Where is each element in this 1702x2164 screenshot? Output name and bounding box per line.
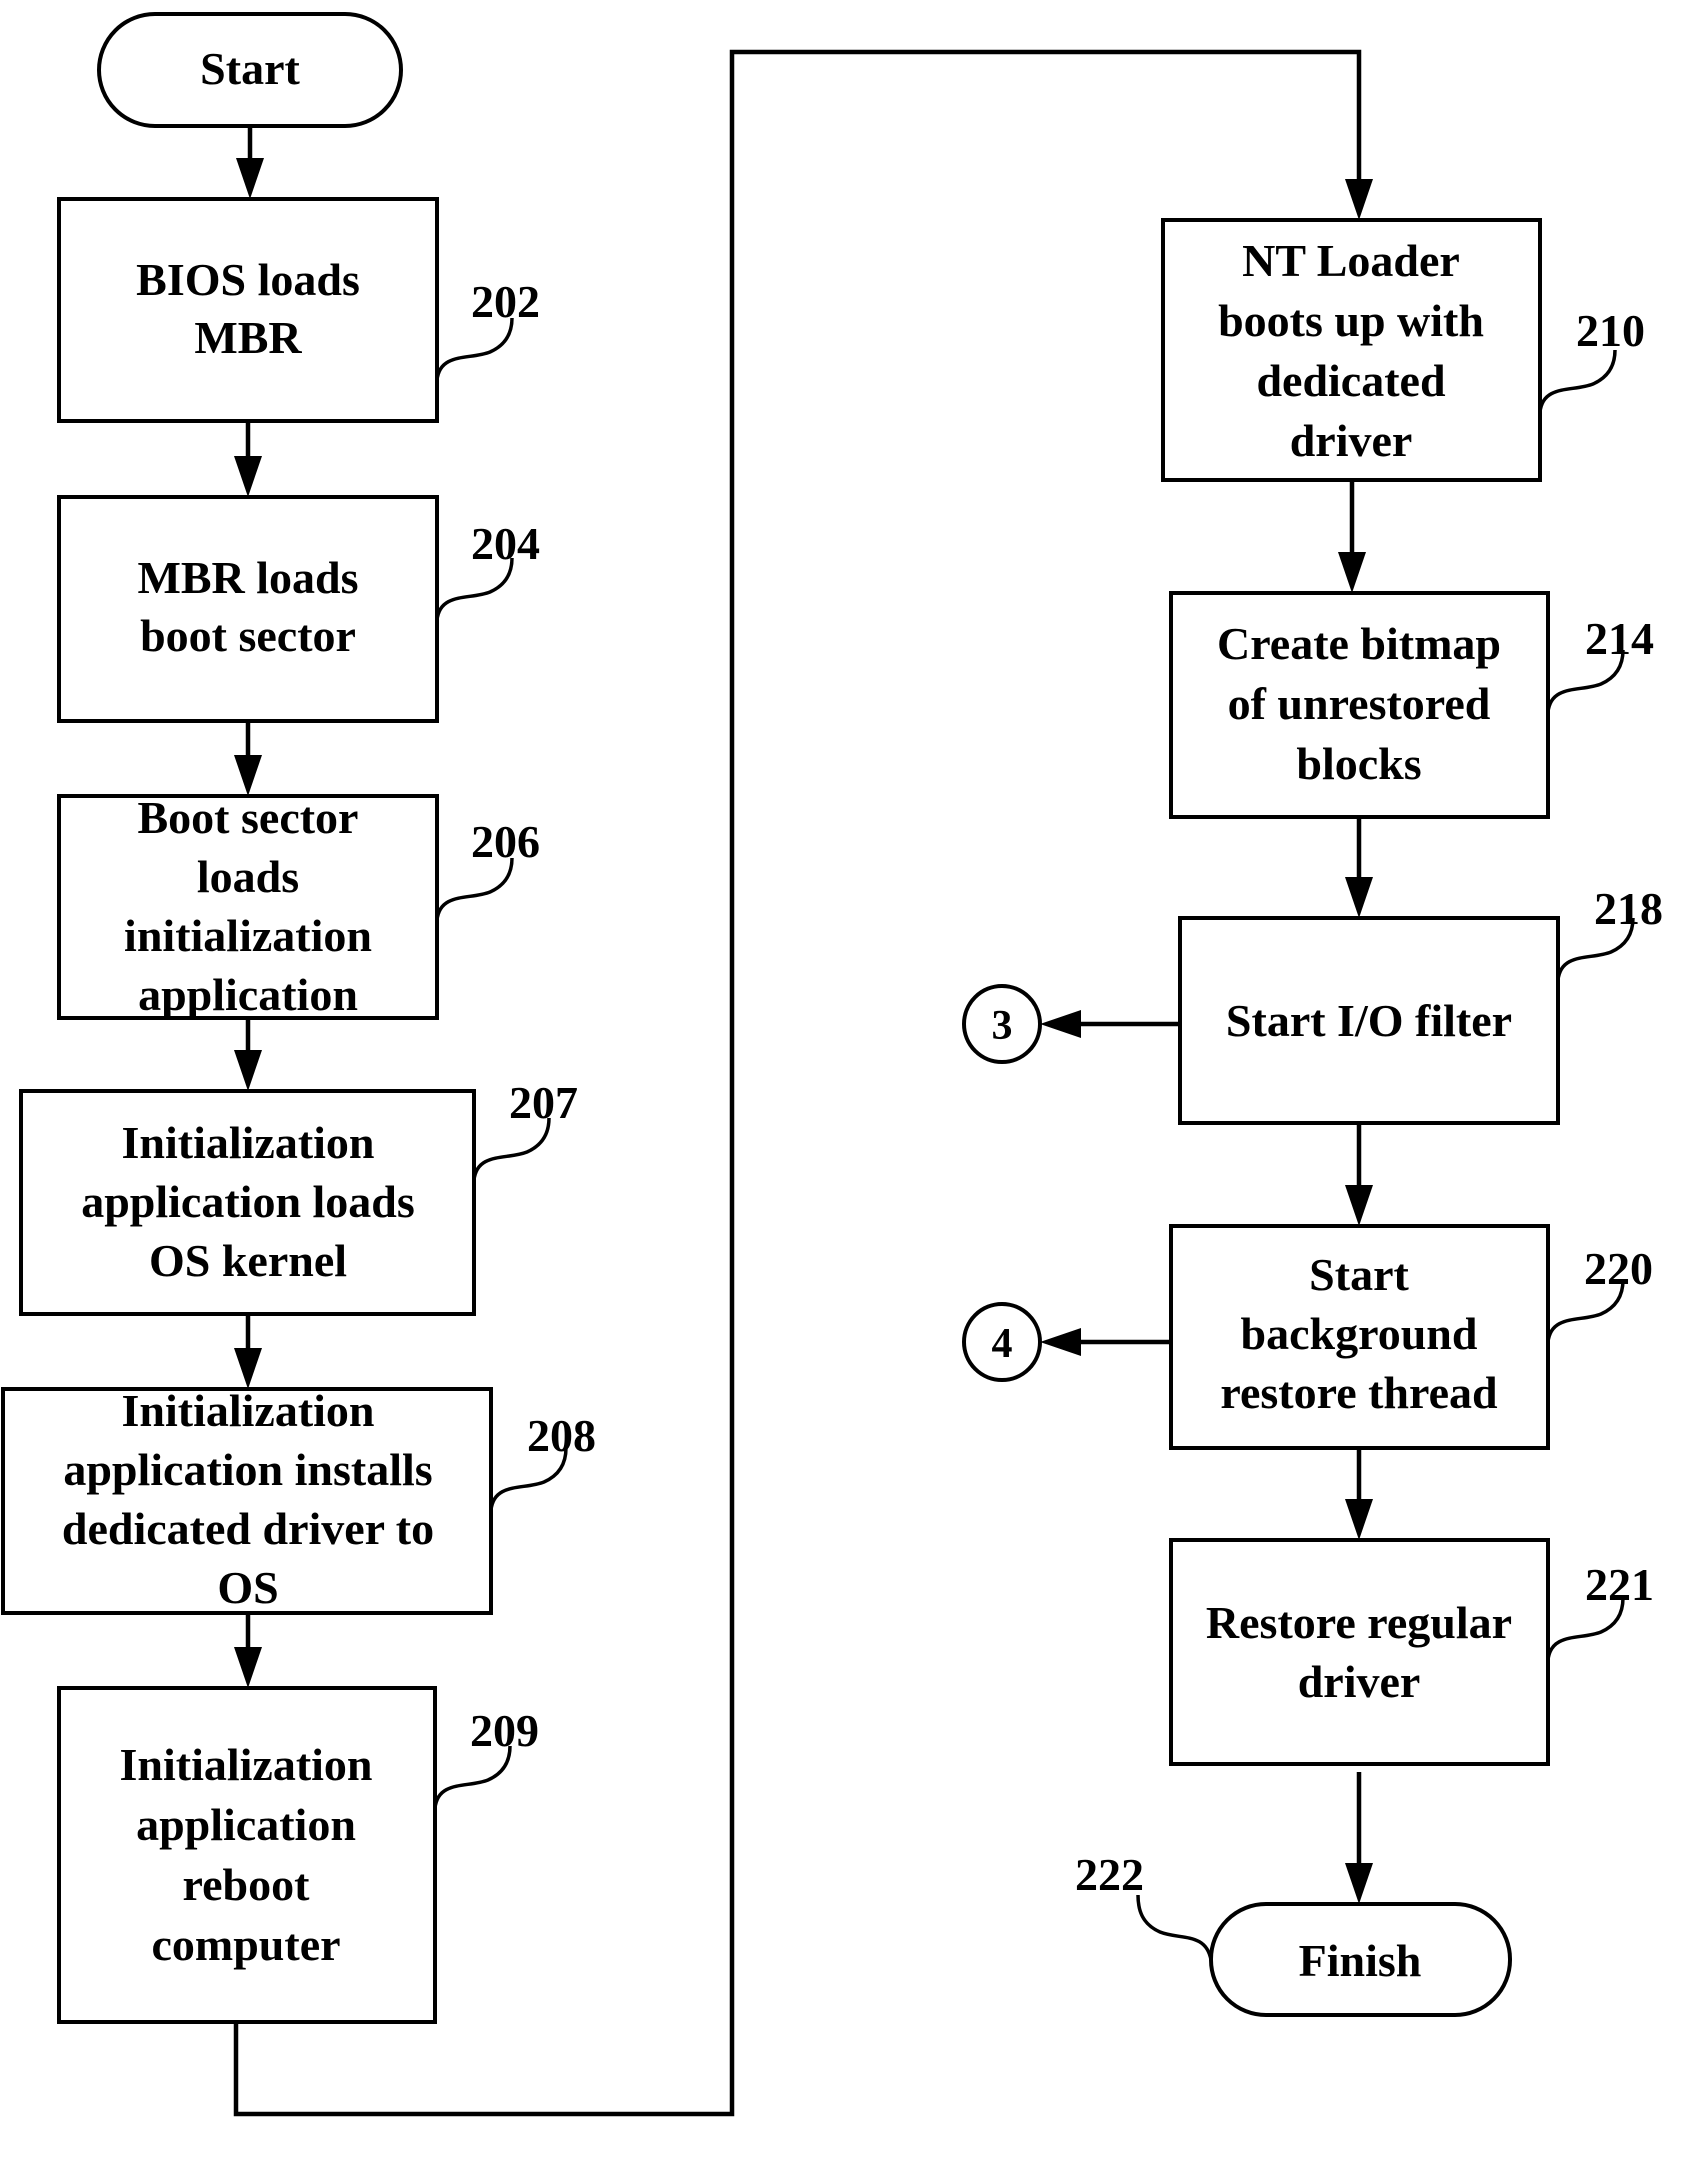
arrowhead — [1338, 552, 1366, 593]
ref-number: 209 — [470, 1705, 539, 1756]
step-text: initialization — [124, 910, 372, 961]
connector-label: 4 — [992, 1321, 1013, 1367]
step-text: application installs — [63, 1444, 432, 1495]
ref-number: 204 — [471, 518, 540, 569]
step-214: Create bitmap of unrestored blocks 214 — [1169, 591, 1654, 819]
arrowhead — [234, 456, 262, 497]
start-label: Start — [200, 43, 300, 94]
ref-number: 220 — [1584, 1243, 1653, 1294]
svg-text:Start I/O filter: Start I/O filter — [1226, 995, 1512, 1046]
connector-4: 4 — [962, 1302, 1042, 1382]
step-text: application — [136, 1799, 356, 1850]
step-text: loads — [197, 851, 299, 902]
arrowhead — [1345, 179, 1373, 220]
step-text: MBR loads — [137, 552, 358, 603]
flowchart-diagram: Start BIOS loads MBR 202 MBR loads boot se… — [1, 12, 1663, 2117]
step-text: Initialization — [121, 1117, 374, 1168]
step-text: of unrestored — [1228, 678, 1491, 729]
ref-number: 202 — [471, 276, 540, 327]
step-218: Start I/O filter 218 — [1178, 883, 1663, 1125]
finish-terminal: Finish 222 — [1075, 1849, 1512, 2017]
arrowhead — [1345, 1863, 1373, 1904]
ref-number: 218 — [1594, 883, 1663, 934]
arrowhead — [234, 1050, 262, 1091]
arrowhead — [236, 158, 264, 199]
step-text: NT Loader — [1242, 235, 1460, 286]
arrowhead — [234, 755, 262, 796]
step-text: OS — [217, 1562, 278, 1613]
finish-label: Finish — [1299, 1935, 1422, 1986]
step-text: driver — [1290, 415, 1413, 466]
step-text: background — [1241, 1308, 1478, 1359]
step-text: Start I/O filter — [1226, 995, 1512, 1046]
step-text: MBR — [194, 312, 302, 363]
ref-number: 221 — [1585, 1559, 1654, 1610]
arrowhead — [234, 1348, 262, 1389]
step-text: reboot — [183, 1859, 311, 1910]
ref-number: 210 — [1576, 305, 1645, 356]
arrowhead — [1040, 1328, 1081, 1356]
step-220: Start background restore thread 220 — [1169, 1224, 1653, 1450]
step-221: Restore regular driver 221 — [1169, 1538, 1654, 1766]
ref-number: 214 — [1585, 613, 1654, 664]
arrowhead — [1345, 1185, 1373, 1226]
connector-label: 3 — [992, 1003, 1013, 1049]
step-text: Restore regular — [1206, 1597, 1512, 1648]
step-208: Initialization application installs dedica… — [1, 1385, 596, 1615]
ref-number: 206 — [471, 816, 540, 867]
ref-number: 208 — [527, 1410, 596, 1461]
arrowhead — [1345, 1499, 1373, 1540]
arrowhead — [1345, 877, 1373, 918]
step-text: Initialization — [119, 1739, 372, 1790]
step-text: BIOS loads — [136, 254, 360, 305]
ref-number: 222 — [1075, 1849, 1144, 1900]
step-text: Start — [1309, 1249, 1409, 1300]
step-210: NT Loader boots up with dedicated driver 21… — [1161, 218, 1645, 482]
connector-3: 3 — [962, 984, 1042, 1064]
step-text: dedicated — [1256, 355, 1446, 406]
step-text: OS kernel — [149, 1235, 347, 1286]
step-text: application — [138, 969, 358, 1020]
step-209: Initialization application reboot computer … — [57, 1686, 539, 2024]
arrowhead — [1040, 1010, 1081, 1038]
step-206: Boot sector loads initialization applicatio… — [57, 792, 540, 1020]
step-text: driver — [1298, 1656, 1421, 1707]
step-text: boots up with — [1218, 295, 1484, 346]
step-text: restore thread — [1220, 1367, 1498, 1418]
ref-number: 207 — [509, 1077, 578, 1128]
step-text: boot sector — [140, 610, 356, 661]
arrowhead — [234, 1647, 262, 1688]
step-207: Initialization application loads OS kernel… — [19, 1077, 578, 1316]
step-204: MBR loads boot sector 204 — [57, 495, 540, 723]
step-202: BIOS loads MBR 202 — [57, 197, 540, 423]
step-text: dedicated driver to — [62, 1503, 434, 1554]
step-text: blocks — [1296, 738, 1421, 789]
step-text: Create bitmap — [1217, 618, 1501, 669]
step-text: application loads — [81, 1176, 415, 1227]
step-text: Boot sector — [138, 792, 359, 843]
start-terminal: Start — [97, 12, 403, 128]
step-text: computer — [151, 1919, 340, 1970]
step-text: Initialization — [121, 1385, 374, 1436]
